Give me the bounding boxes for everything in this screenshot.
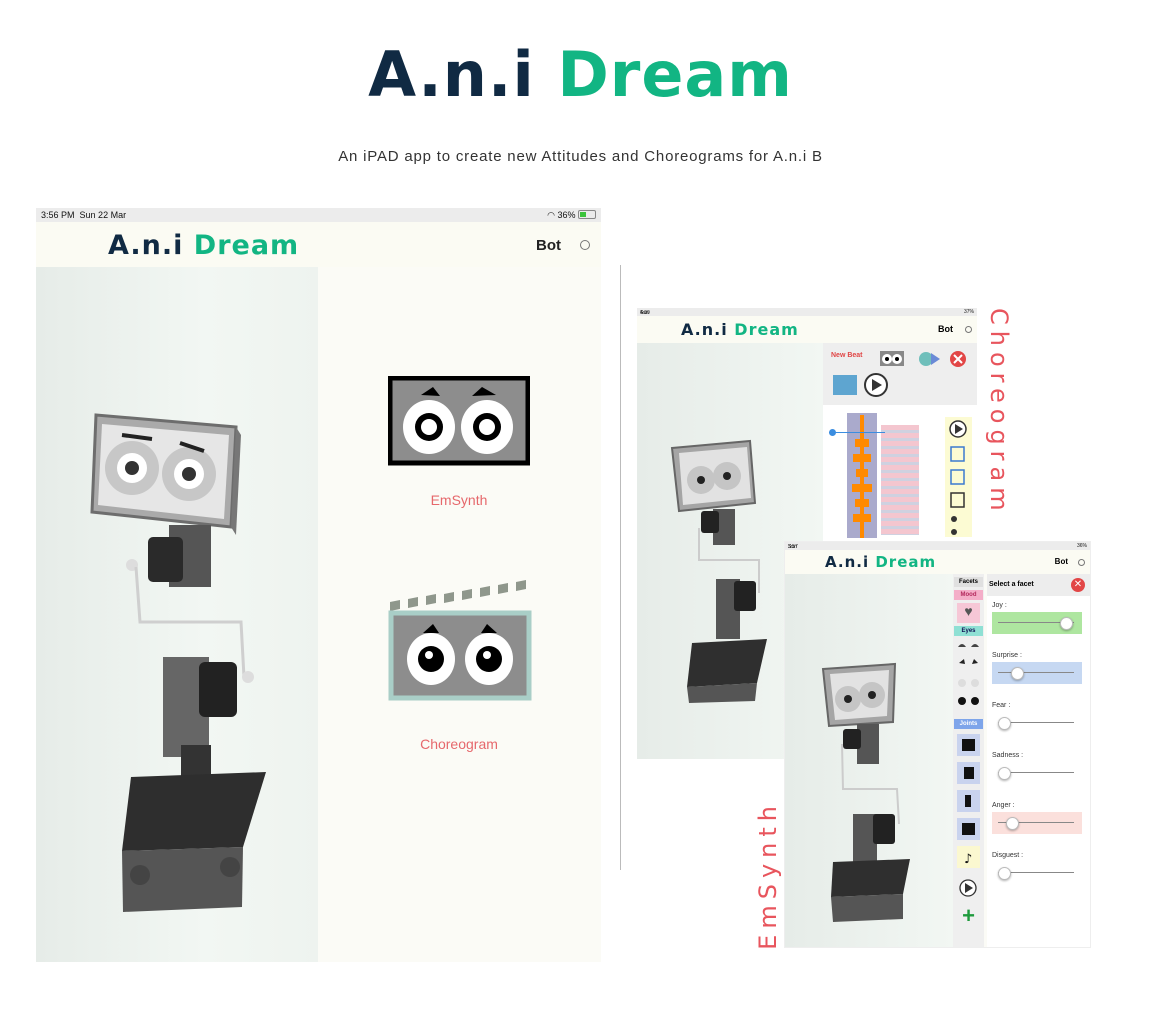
slider-row: Sadness : [992,752,1082,780]
title-part-ani: A.n.i [368,38,535,111]
app-logo: A.n.i Dream [825,553,936,571]
slider-row: Disguest : [992,852,1082,880]
emotion-slider[interactable] [992,762,1082,784]
slider-knob[interactable] [1059,617,1073,630]
connect-icon[interactable] [965,326,972,333]
slider-label: Surprise : [992,652,1022,659]
slider-track [998,672,1074,673]
emotion-slider[interactable] [992,862,1082,884]
slider-label: Joy : [992,602,1007,609]
emsynth-screenshot: 3:57 PM Sun 22 Mar 36% A.n.i Dream Bot F… [785,542,1090,947]
choreogram-face-icon [388,580,532,701]
robot-icon [821,662,910,922]
robot-3d-viewport[interactable] [36,267,318,962]
beat-action-column [945,417,972,537]
emotion-slider[interactable] [992,662,1082,684]
page-title: A.n.i Dream [0,38,1161,111]
slider-label: Fear : [992,702,1011,709]
slider-row: Fear : [992,702,1082,730]
device-name[interactable]: Bot [1055,557,1068,566]
slider-row: Surprise : [992,652,1082,684]
tab-mood[interactable]: Mood [954,590,983,600]
tab-eyes[interactable]: Eyes [954,626,983,636]
nav-bar: A.n.i Dream Bot [36,222,601,267]
app-logo: A.n.i Dream [108,230,299,261]
status-right: ◠ 36% [547,210,596,221]
divider [620,265,621,870]
logo-ani: A.n.i [681,320,728,339]
status-bar: 4:00 PM Sun 22 Mar 37% [637,308,977,328]
logo-ani: A.n.i [108,230,184,261]
battery-percent: 36% [1076,543,1087,549]
page-subtitle: An iPAD app to create new Attitudes and … [338,148,823,165]
slider-knob[interactable] [998,767,1011,780]
nav-bar: A.n.i Dream Bot [637,316,977,343]
eye-shapes-icon[interactable] [953,639,984,711]
playhead-line [829,432,885,433]
robot-3d-viewport[interactable] [785,574,953,947]
logo-dream: Dream [875,553,937,571]
slider-label: Disguest : [992,852,1024,859]
battery-percent: 37% [963,309,974,315]
panel-title: Select a facet [989,581,1034,588]
slider-label: Anger : [992,802,1015,809]
facet-panel: Select a facet ✕ Joy : Surprise : Fear : Sa… [987,574,1090,947]
facets-header: Facets [954,577,983,587]
emsynth-label[interactable]: EmSynth [379,492,539,508]
status-time: 3:56 PM Sun 22 Mar [41,210,126,220]
slider-knob[interactable] [1006,817,1020,830]
emsynth-button[interactable] [387,375,531,466]
add-icon[interactable]: + [953,905,984,927]
beat-tools-icon[interactable] [878,347,968,369]
wifi-icon: ◠ [547,210,555,220]
app-logo: A.n.i Dream [681,320,799,339]
device-name[interactable]: Bot [536,237,561,254]
svg-text:♪: ♪ [964,852,972,867]
logo-ani: A.n.i [825,553,870,571]
emotion-slider[interactable] [992,812,1082,834]
status-bar: 3:57 PM Sun 22 Mar 36% [785,542,1090,562]
slider-row: Anger : [992,802,1082,834]
heart-icon[interactable]: ♥ [957,603,980,623]
logo-dream: Dream [734,320,799,339]
status-bar: 3:56 PM Sun 22 Mar ◠ 36% [36,208,601,222]
choreogram-caption: Choreogram [985,308,1013,517]
play-icon[interactable] [831,373,891,399]
status-time-value: 3:56 PM [41,210,75,220]
choreogram-button[interactable] [388,578,532,703]
emsynth-caption: EmSynth [754,800,782,950]
slider-knob[interactable] [998,717,1011,730]
emotion-slider[interactable] [992,612,1082,634]
facet-column: Facets Mood ♥ Eyes Joints ♪ + [953,574,984,947]
slider-knob[interactable] [998,867,1011,880]
robot-icon [90,413,266,912]
status-date-value: Sun 22 Mar [79,210,127,220]
connect-icon[interactable] [1078,559,1085,566]
slider-row: Joy : [992,602,1082,634]
emotion-slider[interactable] [992,712,1082,734]
close-icon[interactable]: ✕ [1071,578,1085,592]
slider-knob[interactable] [1010,667,1024,680]
edit-tools-icon[interactable] [945,417,972,537]
nav-bar: A.n.i Dream Bot [785,550,1090,574]
device-name[interactable]: Bot [938,324,953,334]
battery-percent: 36% [557,210,576,220]
beat-grid [881,425,919,535]
beat-toolbar: New Beat [823,343,977,405]
slider-label: Sadness : [992,752,1024,759]
connect-icon[interactable] [580,240,590,250]
new-beat-label: New Beat [831,352,863,359]
choreogram-label[interactable]: Choreogram [379,736,539,752]
battery-icon [578,210,596,219]
playhead-knob[interactable] [829,429,836,436]
emsynth-face-icon [387,375,531,466]
tab-joints[interactable]: Joints [954,719,983,729]
panel-header: Select a facet ✕ [987,574,1090,596]
title-part-dream: Dream [557,38,793,111]
logo-dream: Dream [193,230,300,261]
joint-icons[interactable]: ♪ [953,732,984,902]
main-ipad-screenshot: 3:56 PM Sun 22 Mar ◠ 36% A.n.i Dream Bot [36,208,601,962]
